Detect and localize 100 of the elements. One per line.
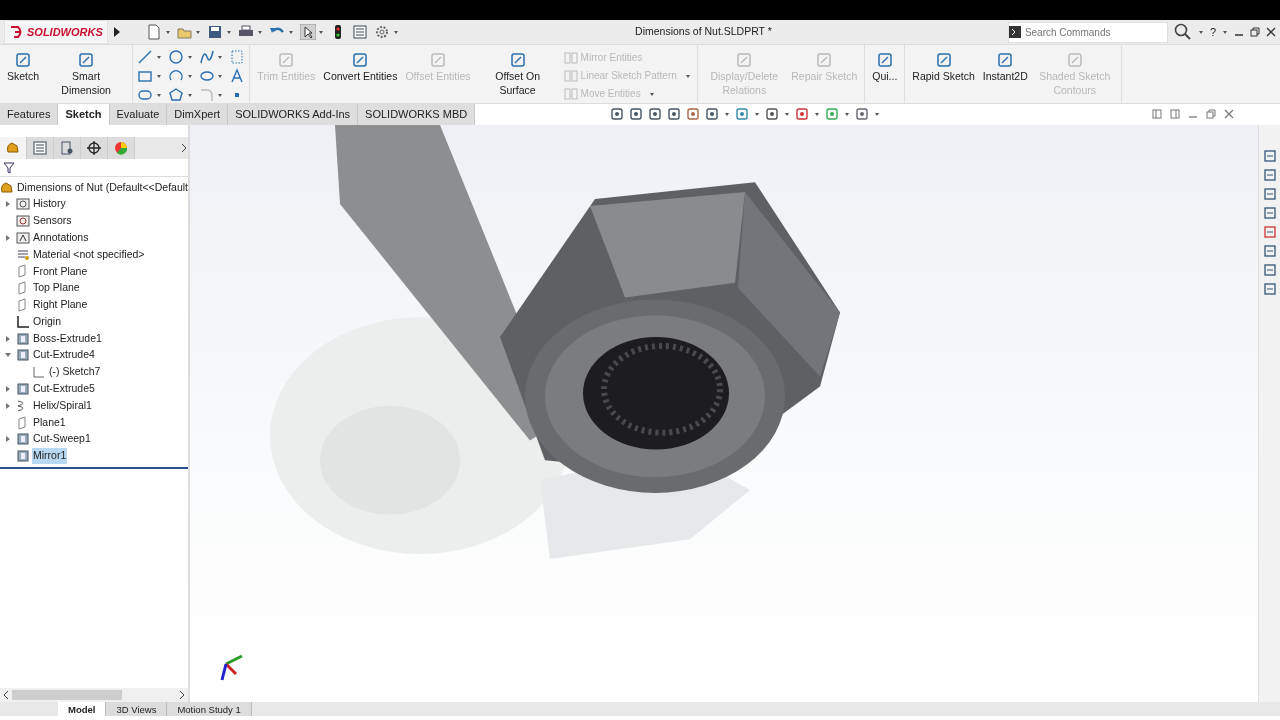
- close-icon[interactable]: [1266, 27, 1276, 37]
- caret-icon[interactable]: [155, 54, 162, 60]
- caret-icon[interactable]: [186, 73, 193, 79]
- spline-icon[interactable]: [198, 49, 215, 65]
- caret-icon[interactable]: [155, 73, 162, 79]
- tree-item[interactable]: Sensors: [32, 213, 73, 229]
- caret-icon[interactable]: [287, 29, 294, 35]
- ribbon-tab[interactable]: SOLIDWORKS Add-Ins: [228, 104, 359, 125]
- ribbon-button[interactable]: Sketch: [4, 49, 43, 85]
- caret-icon[interactable]: [814, 111, 820, 117]
- gear-icon[interactable]: [374, 24, 391, 40]
- crosshair-icon[interactable]: [86, 140, 102, 156]
- slot-icon[interactable]: [137, 87, 154, 103]
- scroll-right-icon[interactable]: [179, 690, 185, 700]
- tree-item[interactable]: (-) Sketch7: [48, 364, 102, 381]
- polygon-icon[interactable]: [167, 87, 184, 103]
- collapse-arrow-icon[interactable]: [4, 352, 12, 359]
- ribbon-tab[interactable]: DimXpert: [167, 104, 229, 125]
- tree-item[interactable]: Plane1: [32, 414, 67, 431]
- annotation-icon: [16, 230, 30, 245]
- bottom-tab[interactable]: Model: [58, 702, 107, 716]
- search-input[interactable]: Search Commands: [1020, 24, 1167, 40]
- save-icon[interactable]: [207, 24, 224, 40]
- tool-icon: [508, 51, 527, 69]
- material-icon: [16, 247, 30, 262]
- tree-item[interactable]: Annotations: [32, 229, 90, 246]
- caret-icon[interactable]: [186, 54, 193, 60]
- caret-icon[interactable]: [186, 92, 193, 98]
- search-field[interactable]: Search Commands: [1007, 21, 1168, 43]
- tree-item[interactable]: Cut-Sweep1: [32, 431, 92, 448]
- caret-icon[interactable]: [195, 29, 202, 35]
- caret-icon[interactable]: [393, 29, 400, 35]
- property-list-icon[interactable]: [32, 140, 48, 156]
- ribbon-button[interactable]: Qui...: [869, 49, 901, 85]
- scroll-left-icon[interactable]: [3, 690, 9, 700]
- tree-item[interactable]: Boss-Extrude1: [32, 330, 103, 347]
- ribbon-button[interactable]: Instant2D: [979, 49, 1031, 85]
- ribbon-button[interactable]: Rapid Sketch: [909, 49, 978, 85]
- ribbon-tab[interactable]: Sketch: [58, 104, 110, 125]
- ellipse-icon[interactable]: [198, 68, 215, 84]
- tool-icon: [1065, 51, 1084, 69]
- app-logo[interactable]: SOLIDWORKS: [4, 20, 108, 44]
- rectangle-icon[interactable]: [137, 68, 154, 84]
- line-icon[interactable]: [137, 49, 154, 65]
- tile-right-icon[interactable]: [1170, 109, 1180, 119]
- new-file-icon[interactable]: [145, 24, 162, 40]
- tree-root[interactable]: Dimensions of Nut (Default<<Default: [16, 179, 189, 196]
- ribbon-tab[interactable]: Evaluate: [109, 104, 168, 125]
- text-icon[interactable]: [229, 68, 246, 84]
- tree-item[interactable]: Origin: [32, 313, 62, 330]
- ribbon-tab[interactable]: Features: [0, 104, 59, 125]
- configuration-icon[interactable]: [59, 140, 75, 156]
- tree-item[interactable]: Right Plane: [32, 297, 89, 313]
- history-icon: [16, 197, 30, 212]
- tool-icon: [934, 51, 953, 69]
- caret-icon[interactable]: [155, 92, 162, 98]
- caret-icon[interactable]: [724, 111, 730, 117]
- ribbon-button[interactable]: Convert Entities: [320, 49, 401, 85]
- circle-icon[interactable]: [167, 49, 184, 65]
- restore-icon[interactable]: [1206, 109, 1216, 119]
- caret-icon[interactable]: [784, 111, 790, 117]
- caret-icon[interactable]: [1222, 29, 1228, 35]
- tool-icon: [875, 51, 894, 69]
- tile-left-icon[interactable]: [1152, 109, 1162, 119]
- tree-item[interactable]: Front Plane: [32, 263, 89, 280]
- ribbon-button[interactable]: Offset On Surface: [475, 49, 560, 99]
- restore-icon[interactable]: [1250, 27, 1260, 37]
- caret-icon[interactable]: [164, 29, 171, 35]
- bottom-tab[interactable]: 3D Views: [106, 702, 168, 716]
- tree-item[interactable]: Material <not specified>: [32, 246, 146, 263]
- chevron-right-icon[interactable]: [180, 143, 188, 153]
- tree-item[interactable]: Cut-Extrude4: [32, 347, 96, 364]
- tree-item[interactable]: Cut-Extrude5: [32, 381, 96, 397]
- caret-icon[interactable]: [217, 73, 224, 79]
- caret-icon[interactable]: [256, 29, 263, 35]
- expand-arrow-icon[interactable]: [113, 27, 120, 37]
- help-button[interactable]: ?: [1209, 23, 1216, 41]
- caret-icon[interactable]: [874, 111, 880, 117]
- bottom-tab[interactable]: Motion Study 1: [167, 702, 252, 716]
- ribbon-tab[interactable]: SOLIDWORKS MBD: [358, 104, 476, 125]
- tree-item[interactable]: Helix/Spiral1: [32, 397, 93, 414]
- caret-icon[interactable]: [754, 111, 760, 117]
- ribbon-button[interactable]: Smart Dimension: [44, 49, 129, 99]
- caret-icon[interactable]: [844, 111, 850, 117]
- scrollbar-thumb[interactable]: [11, 690, 122, 700]
- tree-item[interactable]: Top Plane: [32, 280, 81, 297]
- feature-tree-icon[interactable]: [5, 140, 21, 156]
- tool-icon: [563, 69, 578, 82]
- tree-item[interactable]: Mirror1: [32, 448, 68, 464]
- caret-icon[interactable]: [217, 54, 224, 60]
- sensor-icon: [16, 214, 30, 228]
- caret-icon[interactable]: [226, 29, 233, 35]
- options-list-icon[interactable]: [352, 24, 369, 40]
- dotted-rectangle-icon[interactable]: [229, 49, 246, 65]
- select-icon[interactable]: [299, 24, 316, 40]
- caret-icon[interactable]: [318, 29, 325, 35]
- filter-icon[interactable]: [3, 161, 15, 174]
- tree-item[interactable]: History: [32, 196, 67, 213]
- caret-icon[interactable]: [217, 92, 224, 98]
- caret-icon[interactable]: [1197, 29, 1204, 35]
